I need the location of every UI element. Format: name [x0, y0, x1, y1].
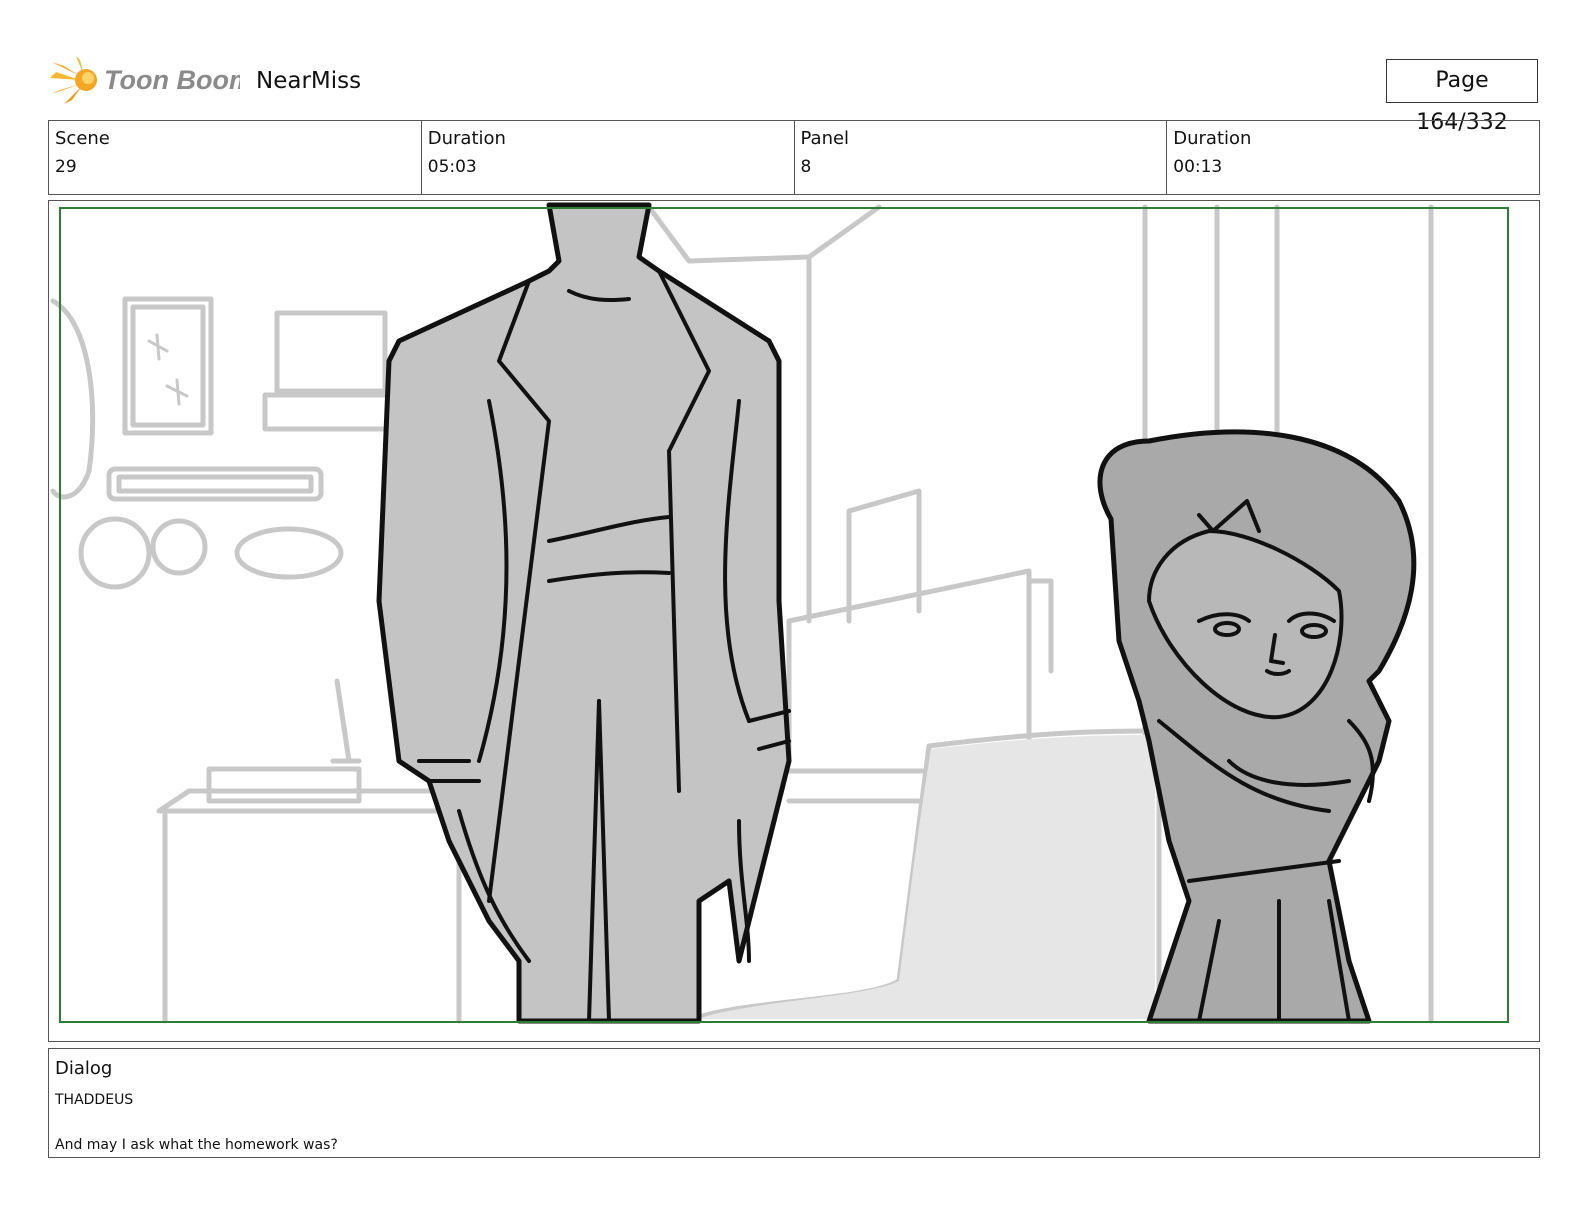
scene-duration-cell: Duration 05:03 — [422, 121, 795, 194]
dialog-box: Dialog THADDEUS And may I ask what the h… — [48, 1048, 1540, 1158]
panel-duration-cell: Duration 00:13 — [1167, 121, 1539, 194]
panel-duration-label: Duration — [1173, 128, 1252, 149]
panel-cell: Panel 8 — [795, 121, 1168, 194]
project-title: NearMiss — [256, 68, 362, 94]
scene-label: Scene — [55, 128, 110, 149]
scene-duration-label: Duration — [427, 128, 506, 149]
dialog-line: And may I ask what the homework was? — [55, 1137, 338, 1153]
scene-value: 29 — [55, 157, 77, 177]
toon-boom-logo: Toon Boom — [50, 56, 240, 104]
dialog-speaker: THADDEUS — [55, 1092, 134, 1108]
panel-info-table: Scene 29 Duration 05:03 Panel 8 Duration… — [48, 120, 1540, 195]
scene-cell: Scene 29 — [49, 121, 422, 194]
character-thaddeus — [376, 202, 792, 1024]
logo-starburst-icon — [50, 56, 97, 104]
scene-duration-value: 05:03 — [427, 157, 477, 177]
storyboard-panel — [48, 200, 1540, 1042]
panel-drawing — [50, 202, 1509, 1024]
dialog-label: Dialog — [55, 1058, 113, 1079]
logo-wordmark: Toon Boom — [104, 65, 240, 95]
page-indicator: Page 164/332 — [1386, 59, 1538, 135]
panel-value: 8 — [800, 157, 812, 177]
panel-duration-value: 00:13 — [1173, 157, 1223, 177]
panel-label: Panel — [800, 128, 850, 149]
